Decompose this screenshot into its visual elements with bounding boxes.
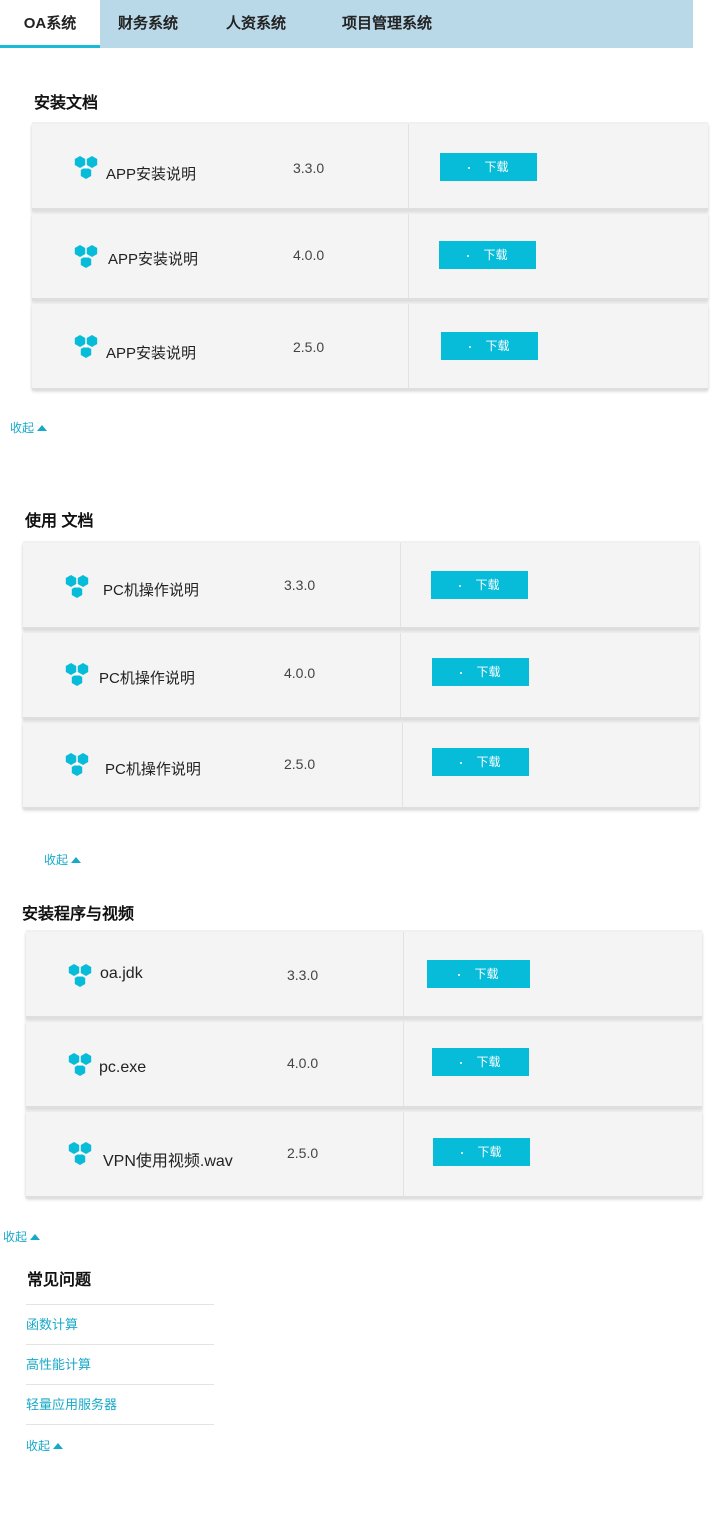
list-item: oa.jdk 3.3.0 下载 [26, 932, 702, 1018]
collapse-link[interactable]: 收起 [26, 1437, 64, 1454]
system-tab-bar: OA系统 财务系统 人资系统 项目管理系统 [0, 0, 693, 48]
list-item: pc.exe 4.0.0 下载 [26, 1022, 702, 1108]
tab-project[interactable]: 项目管理系统 [342, 0, 432, 48]
list-item: APP安装说明 4.0.0 下载 [32, 214, 708, 300]
section-title-installers-videos: 安装程序与视频 [22, 906, 135, 923]
list-item: VPN使用视频.wav 2.5.0 下载 [26, 1112, 702, 1198]
hexagon-cluster-icon [68, 964, 92, 987]
file-name: oa.jdk [100, 965, 143, 982]
faq-item-function-compute[interactable]: 函数计算 [26, 1304, 214, 1345]
usage-docs-list: PC机操作说明 3.3.0 下载 PC机操作说明 4.0.0 下载 PC机操作说… [23, 541, 699, 809]
download-button[interactable]: 下载 [440, 153, 537, 181]
list-item: PC机操作说明 4.0.0 下载 [23, 633, 699, 719]
tab-finance[interactable]: 财务系统 [118, 0, 178, 48]
list-item: APP安装说明 3.3.0 下载 [32, 124, 708, 210]
doc-version: 4.0.0 [284, 665, 316, 681]
caret-up-icon [37, 425, 48, 431]
file-version: 2.5.0 [287, 1145, 319, 1161]
hexagon-cluster-icon [68, 1053, 92, 1076]
caret-up-icon [71, 857, 82, 863]
list-item: PC机操作说明 3.3.0 下载 [23, 543, 699, 629]
collapse-link[interactable]: 收起 [44, 851, 82, 868]
download-button[interactable]: 下载 [439, 241, 536, 269]
download-button[interactable]: 下载 [431, 571, 528, 599]
download-button[interactable]: 下载 [441, 332, 538, 360]
tab-hr[interactable]: 人资系统 [226, 0, 286, 48]
doc-name: APP安装说明 [106, 345, 197, 362]
installers-list: oa.jdk 3.3.0 下载 pc.exe 4.0.0 下载 VPN使用视频.… [26, 930, 702, 1198]
collapse-link[interactable]: 收起 [3, 1228, 41, 1245]
section-title-usage-docs: 使用 文档 [25, 513, 94, 530]
download-button[interactable]: 下载 [432, 748, 529, 776]
list-item: PC机操作说明 2.5.0 下载 [23, 723, 699, 809]
download-button[interactable]: 下载 [432, 1048, 529, 1076]
doc-name: PC机操作说明 [99, 670, 195, 687]
download-button[interactable]: 下载 [432, 658, 529, 686]
doc-version: 2.5.0 [284, 756, 316, 772]
caret-up-icon [53, 1443, 64, 1449]
download-button[interactable]: 下载 [427, 960, 530, 988]
doc-name: APP安装说明 [106, 166, 197, 183]
hexagon-cluster-icon [65, 753, 89, 776]
doc-name: PC机操作说明 [105, 761, 201, 778]
doc-version: 2.5.0 [293, 339, 325, 355]
faq-title: 常见问题 [27, 1272, 92, 1289]
doc-version: 3.3.0 [284, 577, 316, 593]
list-item: APP安装说明 2.5.0 下载 [32, 304, 708, 390]
doc-name: PC机操作说明 [103, 582, 199, 599]
file-name: VPN使用视频.wav [103, 1153, 233, 1170]
caret-up-icon [30, 1234, 41, 1240]
download-button[interactable]: 下载 [433, 1138, 530, 1166]
hexagon-cluster-icon [74, 335, 98, 358]
doc-version: 3.3.0 [293, 160, 325, 176]
doc-name: APP安装说明 [108, 251, 199, 268]
file-version: 3.3.0 [287, 967, 319, 983]
faq-item-hpc[interactable]: 高性能计算 [26, 1344, 214, 1385]
hexagon-cluster-icon [74, 156, 98, 179]
hexagon-cluster-icon [65, 663, 89, 686]
hexagon-cluster-icon [65, 575, 89, 598]
tab-oa[interactable]: OA系统 [0, 0, 100, 48]
doc-version: 4.0.0 [293, 247, 325, 263]
faq-item-lightweight-server[interactable]: 轻量应用服务器 [26, 1384, 214, 1425]
section-title-install-docs: 安装文档 [34, 95, 99, 112]
collapse-link[interactable]: 收起 [10, 419, 48, 436]
faq-divider [26, 1424, 214, 1426]
hexagon-cluster-icon [68, 1142, 92, 1165]
hexagon-cluster-icon [74, 245, 98, 268]
file-version: 4.0.0 [287, 1055, 319, 1071]
install-docs-list: APP安装说明 3.3.0 下载 APP安装说明 4.0.0 下载 APP安装说… [32, 122, 708, 390]
file-name: pc.exe [99, 1059, 147, 1076]
